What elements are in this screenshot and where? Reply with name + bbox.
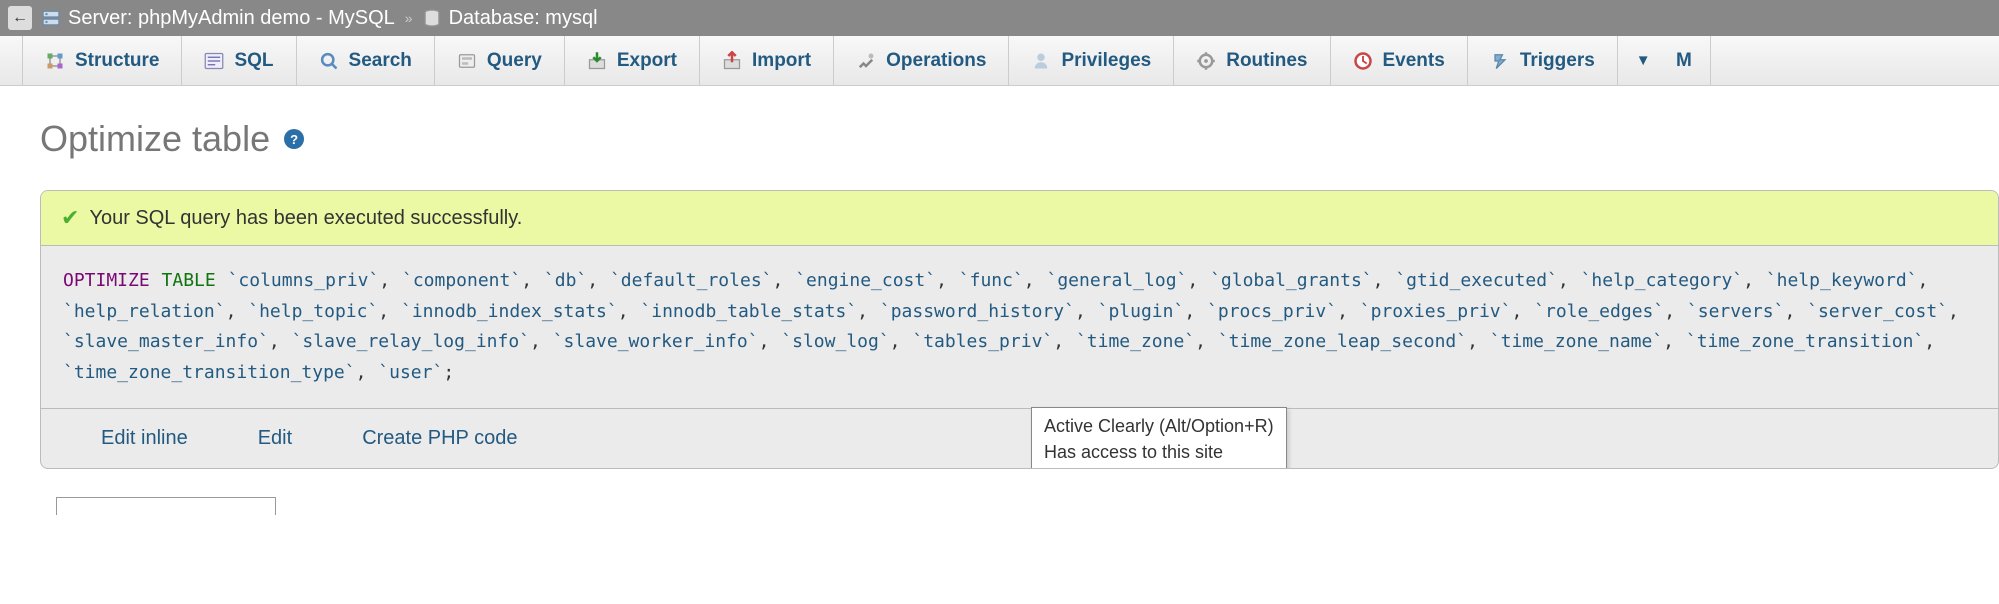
privileges-icon <box>1031 51 1051 71</box>
chevron-down-icon: ▼ <box>1636 52 1651 69</box>
tab-label: Privileges <box>1061 50 1151 72</box>
database-icon <box>423 9 441 27</box>
tab-privileges[interactable]: Privileges <box>1009 36 1174 85</box>
sql-table-ident: `innodb_index_stats` <box>401 301 618 322</box>
sql-table-ident: `tables_priv` <box>912 331 1053 352</box>
sql-table-ident: `slave_master_info` <box>63 331 269 352</box>
sql-table-ident: `component` <box>402 270 521 291</box>
sql-table-ident: `help_keyword` <box>1766 270 1918 291</box>
sql-icon <box>204 51 224 71</box>
tab-triggers[interactable]: Triggers <box>1468 36 1618 85</box>
sql-table-ident: `plugin` <box>1098 301 1185 322</box>
export-icon <box>587 51 607 71</box>
sql-table-ident: `slave_relay_log_info` <box>292 331 530 352</box>
create-php-link[interactable]: Create PHP code <box>362 427 517 450</box>
tab-query[interactable]: Query <box>435 36 565 85</box>
tab-label: Triggers <box>1520 50 1595 72</box>
sql-table-ident: `slave_worker_info` <box>553 331 759 352</box>
routines-icon <box>1196 51 1216 71</box>
tooltip-line-1: Active Clearly (Alt/Option+R) <box>1044 414 1274 439</box>
sql-table-ident: `slow_log` <box>781 331 889 352</box>
sql-table-ident: `default_roles` <box>610 270 773 291</box>
structure-icon <box>45 51 65 71</box>
sql-table-ident: `engine_cost` <box>795 270 936 291</box>
sql-table-ident: `role_edges` <box>1534 301 1664 322</box>
breadcrumb-server[interactable]: Server: phpMyAdmin demo - MySQL <box>42 7 395 30</box>
tab-label: Events <box>1383 50 1445 72</box>
sql-table-ident: `proxies_priv` <box>1360 301 1512 322</box>
sql-table-ident: `user` <box>378 362 443 383</box>
tab-sql[interactable]: SQL <box>182 36 296 85</box>
sql-keyword: OPTIMIZE <box>63 270 150 291</box>
tab-label: SQL <box>234 50 273 72</box>
sql-table-ident: `server_cost` <box>1807 301 1948 322</box>
tab-label: Export <box>617 50 677 72</box>
sql-keyword: TABLE <box>162 270 216 291</box>
page-title-text: Optimize table <box>40 118 270 160</box>
tab-search[interactable]: Search <box>297 36 435 85</box>
tab-import[interactable]: Import <box>700 36 834 85</box>
events-icon <box>1353 51 1373 71</box>
breadcrumb-server-label: Server: phpMyAdmin demo - MySQL <box>68 7 395 30</box>
tab-events[interactable]: Events <box>1331 36 1468 85</box>
sql-table-ident: `time_zone_name` <box>1490 331 1663 352</box>
sql-table-ident: `db` <box>544 270 587 291</box>
sql-table-ident: `procs_priv` <box>1207 301 1337 322</box>
tab-label: Routines <box>1226 50 1307 72</box>
sql-table-ident: `gtid_executed` <box>1395 270 1558 291</box>
edit-inline-link[interactable]: Edit inline <box>101 427 188 450</box>
tab-label: Structure <box>75 50 159 72</box>
sql-table-ident: `global_grants` <box>1210 270 1373 291</box>
query-icon <box>457 51 477 71</box>
sql-table-ident: `func` <box>959 270 1024 291</box>
sql-table-ident: `innodb_table_stats` <box>640 301 857 322</box>
sql-table-ident: `help_relation` <box>63 301 226 322</box>
success-message: Your SQL query has been executed success… <box>89 207 522 230</box>
sql-table-ident: `help_topic` <box>248 301 378 322</box>
breadcrumb-database[interactable]: Database: mysql <box>423 7 598 30</box>
result-block: ✔ Your SQL query has been executed succe… <box>40 190 1999 469</box>
tab-label: Operations <box>886 50 986 72</box>
tab-structure[interactable]: Structure <box>22 36 182 85</box>
triggers-icon <box>1490 51 1510 71</box>
sql-table-ident: `time_zone_transition` <box>1686 331 1924 352</box>
sql-table-ident: `columns_priv` <box>228 270 380 291</box>
tab-label: Import <box>752 50 811 72</box>
sql-table-ident: `general_log` <box>1046 270 1187 291</box>
sql-table-ident: `time_zone_transition_type` <box>63 362 356 383</box>
sql-table-ident: `help_category` <box>1581 270 1744 291</box>
partial-box <box>56 497 276 515</box>
tooltip-line-2: Has access to this site <box>1044 440 1274 465</box>
server-icon <box>42 9 60 27</box>
tab-label: Query <box>487 50 542 72</box>
breadcrumb-bar: ← Server: phpMyAdmin demo - MySQL » Data… <box>0 0 1999 36</box>
query-actions: Edit inline Edit Create PHP code Active … <box>41 408 1998 468</box>
check-icon: ✔ <box>61 205 79 231</box>
help-icon[interactable]: ? <box>284 129 304 149</box>
page-title: Optimize table ? <box>40 118 1999 160</box>
breadcrumb-database-label: Database: mysql <box>449 7 598 30</box>
search-icon <box>319 51 339 71</box>
back-button[interactable]: ← <box>8 6 32 30</box>
tab-bar: Structure SQL Search Query Export Import Opera… <box>0 36 1999 86</box>
tab-more[interactable]: ▼ M <box>1618 36 1711 85</box>
success-banner: ✔ Your SQL query has been executed succe… <box>41 191 1998 246</box>
extension-tooltip: Active Clearly (Alt/Option+R) Has access… <box>1031 407 1287 469</box>
edit-link[interactable]: Edit <box>258 427 292 450</box>
sql-table-ident: `servers` <box>1687 301 1785 322</box>
sql-table-ident: `password_history` <box>880 301 1075 322</box>
tab-routines[interactable]: Routines <box>1174 36 1330 85</box>
operations-icon <box>856 51 876 71</box>
sql-table-ident: `time_zone` <box>1076 331 1195 352</box>
tab-operations[interactable]: Operations <box>834 36 1009 85</box>
sql-table-ident: `time_zone_leap_second` <box>1218 331 1467 352</box>
sql-query-display: OPTIMIZE TABLE `columns_priv`, `componen… <box>41 246 1998 408</box>
import-icon <box>722 51 742 71</box>
tab-export[interactable]: Export <box>565 36 700 85</box>
breadcrumb-separator: » <box>405 10 413 26</box>
tab-label: Search <box>349 50 412 72</box>
